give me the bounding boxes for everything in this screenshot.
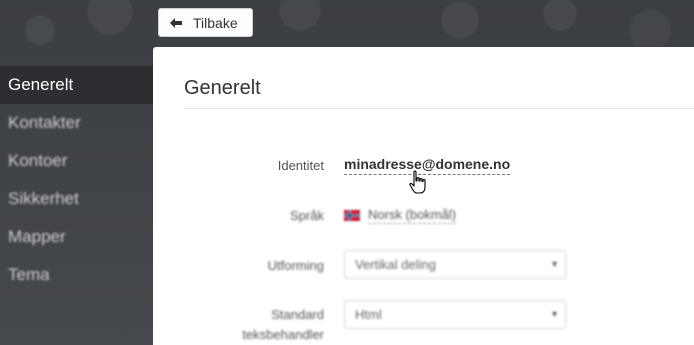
chevron-down-icon: ▼	[550, 259, 559, 269]
editor-select-value: Html	[355, 307, 382, 322]
identity-label: Identitet	[277, 158, 324, 173]
page-title: Generelt	[184, 77, 261, 99]
sidebar: Generelt Kontakter Kontoer Sikkerhet Map…	[0, 66, 153, 294]
layout-select[interactable]: Vertikal deling ▼	[344, 250, 566, 279]
editor-label: Standard teksbehandler	[213, 305, 324, 345]
arrow-left-icon	[159, 17, 193, 28]
norway-flag-icon	[344, 210, 360, 221]
language-value: Norsk (bokmål)	[368, 207, 457, 224]
editor-label-line2: teksbehandler	[242, 327, 324, 342]
language-label: Språk	[290, 208, 324, 223]
sidebar-item-generelt[interactable]: Generelt	[0, 66, 153, 104]
layout-select-value: Vertikal deling	[355, 257, 436, 272]
back-button[interactable]: Tilbake	[158, 8, 253, 37]
editor-select[interactable]: Html ▼	[344, 300, 566, 329]
hand-pointer-icon	[409, 170, 426, 194]
chevron-down-icon: ▼	[550, 309, 559, 319]
back-button-label: Tilbake	[193, 14, 238, 31]
sidebar-item-kontakter[interactable]: Kontakter	[0, 104, 153, 142]
sidebar-item-tema[interactable]: Tema	[0, 256, 153, 294]
sidebar-item-sikkerhet[interactable]: Sikkerhet	[0, 180, 153, 218]
sidebar-item-mapper[interactable]: Mapper	[0, 218, 153, 256]
language-selector[interactable]: Norsk (bokmål)	[344, 207, 457, 224]
title-divider	[184, 108, 694, 109]
editor-label-line1: Standard	[271, 307, 324, 322]
settings-panel: Generelt Identitet minadresse@domene.no …	[153, 47, 694, 345]
sidebar-item-kontoer[interactable]: Kontoer	[0, 142, 153, 180]
layout-label: Utforming	[267, 258, 324, 273]
